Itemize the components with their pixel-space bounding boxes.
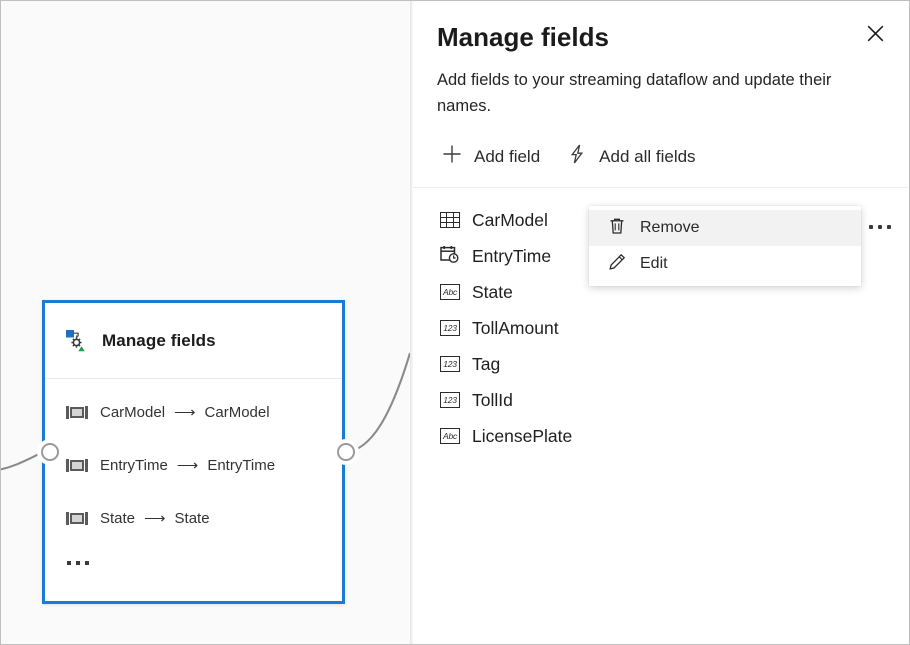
pencil-icon xyxy=(608,253,626,276)
context-menu-item-remove[interactable]: Remove xyxy=(589,210,861,246)
add-all-fields-button[interactable]: Add all fields xyxy=(562,139,699,174)
context-menu-item-edit[interactable]: Edit xyxy=(589,246,861,282)
mapping-source: EntryTime xyxy=(100,457,168,474)
more-actions-ellipsis-icon[interactable] xyxy=(865,212,895,242)
field-chip-icon xyxy=(66,406,88,419)
add-field-label: Add field xyxy=(474,147,540,167)
mapping-source: CarModel xyxy=(100,404,165,421)
arrow-icon: ⟶ xyxy=(174,403,196,421)
field-name: EntryTime xyxy=(472,246,551,267)
field-chip-icon xyxy=(66,512,88,525)
mapping-row: CarModel ⟶ CarModel xyxy=(66,401,342,423)
field-name: CarModel xyxy=(472,210,548,231)
calendar-clock-icon xyxy=(440,245,460,268)
arrow-icon: ⟶ xyxy=(177,456,199,474)
mapping-source: State xyxy=(100,510,135,527)
field-list: CarModel EntryTime Abc xyxy=(413,188,909,454)
field-context-menu: Remove Edit xyxy=(589,206,861,286)
context-menu-label: Remove xyxy=(640,219,700,237)
mapping-target: State xyxy=(175,510,210,527)
mapping-row: State ⟶ State xyxy=(66,507,342,529)
123-glyph: 123 xyxy=(440,392,460,408)
field-row[interactable]: 123 Tag xyxy=(413,346,909,382)
add-field-button[interactable]: Add field xyxy=(437,139,544,174)
node-more-fields-ellipsis-icon[interactable] xyxy=(67,552,342,569)
panel-header: Manage fields xyxy=(413,1,909,53)
field-row[interactable]: 123 TollAmount xyxy=(413,310,909,346)
node-title: Manage fields xyxy=(102,331,216,351)
field-name: TollAmount xyxy=(472,318,559,339)
plus-icon xyxy=(441,143,463,170)
123-number-icon: 123 xyxy=(440,356,460,372)
abc-glyph: Abc xyxy=(440,284,460,300)
manage-fields-panel: Manage fields Add fields to your streami… xyxy=(413,1,909,644)
manage-fields-node[interactable]: Manage fields CarModel ⟶ CarModel EntryT… xyxy=(42,300,345,604)
field-name: LicensePlate xyxy=(472,426,572,447)
field-name: TollId xyxy=(472,390,513,411)
node-output-port[interactable] xyxy=(337,443,355,461)
mapping-target: EntryTime xyxy=(207,457,275,474)
node-mapping-list: CarModel ⟶ CarModel EntryTime ⟶ EntryTim… xyxy=(45,379,342,569)
123-number-icon: 123 xyxy=(440,320,460,336)
manage-fields-gear-icon xyxy=(66,330,88,352)
node-input-port[interactable] xyxy=(41,443,59,461)
page-title: Manage fields xyxy=(437,21,885,53)
field-chip-icon xyxy=(66,459,88,472)
mapping-target: CarModel xyxy=(205,404,270,421)
table-grid-icon xyxy=(440,212,460,228)
app-window: Manage fields CarModel ⟶ CarModel EntryT… xyxy=(0,0,910,645)
123-glyph: 123 xyxy=(440,320,460,336)
123-glyph: 123 xyxy=(440,356,460,372)
field-name: State xyxy=(472,282,513,303)
close-icon[interactable] xyxy=(855,13,895,53)
add-all-fields-label: Add all fields xyxy=(599,147,695,167)
field-row[interactable]: Abc LicensePlate xyxy=(413,418,909,454)
abc-string-icon: Abc xyxy=(440,284,460,300)
panel-toolbar: Add field Add all fields xyxy=(413,139,909,188)
abc-glyph: Abc xyxy=(440,428,460,444)
node-header: Manage fields xyxy=(45,303,342,379)
trash-icon xyxy=(608,217,626,240)
context-menu-label: Edit xyxy=(640,255,668,273)
abc-string-icon: Abc xyxy=(440,428,460,444)
arrow-icon: ⟶ xyxy=(144,509,166,527)
mapping-row: EntryTime ⟶ EntryTime xyxy=(66,454,342,476)
field-row[interactable]: 123 TollId xyxy=(413,382,909,418)
lightning-icon xyxy=(566,143,588,170)
field-name: Tag xyxy=(472,354,500,375)
123-number-icon: 123 xyxy=(440,392,460,408)
dataflow-canvas[interactable]: Manage fields CarModel ⟶ CarModel EntryT… xyxy=(1,1,410,644)
panel-description: Add fields to your streaming dataflow an… xyxy=(437,67,885,119)
